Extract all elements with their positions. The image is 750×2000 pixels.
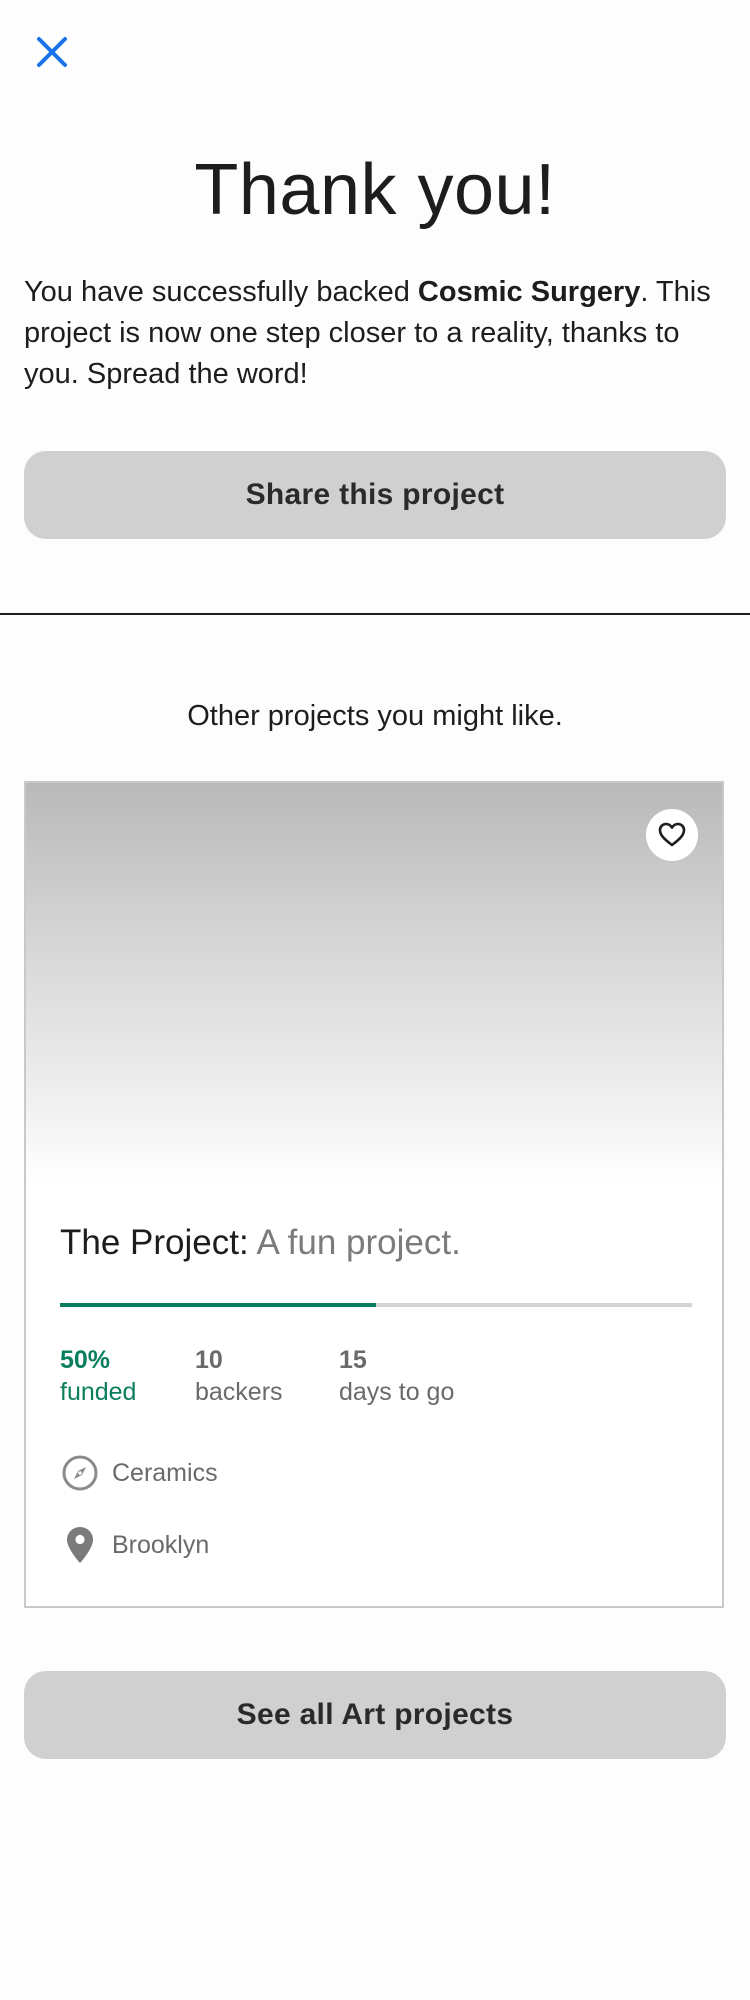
project-card[interactable]: The Project: A fun project. 50% funded 1… xyxy=(24,781,724,1608)
heart-icon xyxy=(658,822,686,847)
backers-value: 10 xyxy=(195,1346,223,1374)
see-all-projects-label: See all Art projects xyxy=(236,1698,514,1731)
see-all-projects-button[interactable]: See all Art projects xyxy=(24,1671,726,1759)
page-title: Thank you! xyxy=(194,150,556,230)
days-to-go-stat: 15 days to go xyxy=(339,1344,454,1408)
compass-icon xyxy=(60,1453,100,1493)
section-divider xyxy=(0,613,750,615)
category-row: Ceramics xyxy=(60,1453,218,1493)
thank-you-message: You have successfully backed Cosmic Surg… xyxy=(24,272,724,395)
funding-progress-fill xyxy=(60,1303,376,1307)
message-prefix: You have successfully backed xyxy=(24,276,418,308)
close-button[interactable] xyxy=(30,30,74,74)
recommendations-heading: Other projects you might like. xyxy=(187,700,563,732)
backed-project-name: Cosmic Surgery xyxy=(417,276,641,308)
project-name: The Project: xyxy=(60,1223,249,1262)
save-project-button[interactable] xyxy=(646,809,698,861)
funding-progress-bar xyxy=(60,1303,692,1307)
share-project-button[interactable]: Share this project xyxy=(24,451,726,539)
close-icon xyxy=(37,37,67,67)
location-pin-icon xyxy=(60,1525,100,1565)
funded-label: funded xyxy=(60,1378,137,1406)
days-label: days to go xyxy=(339,1378,455,1406)
funded-value: 50% xyxy=(60,1346,111,1374)
project-image xyxy=(26,783,722,1183)
funded-stat: 50% funded xyxy=(60,1344,136,1408)
location-label: Brooklyn xyxy=(112,1530,210,1559)
project-title: The Project: A fun project. xyxy=(60,1223,461,1263)
project-blurb: A fun project. xyxy=(256,1223,461,1262)
category-label: Ceramics xyxy=(112,1458,218,1487)
days-value: 15 xyxy=(339,1346,367,1374)
share-project-label: Share this project xyxy=(245,478,505,511)
backers-stat: 10 backers xyxy=(195,1344,283,1408)
backers-label: backers xyxy=(195,1378,283,1406)
location-row: Brooklyn xyxy=(60,1525,209,1565)
